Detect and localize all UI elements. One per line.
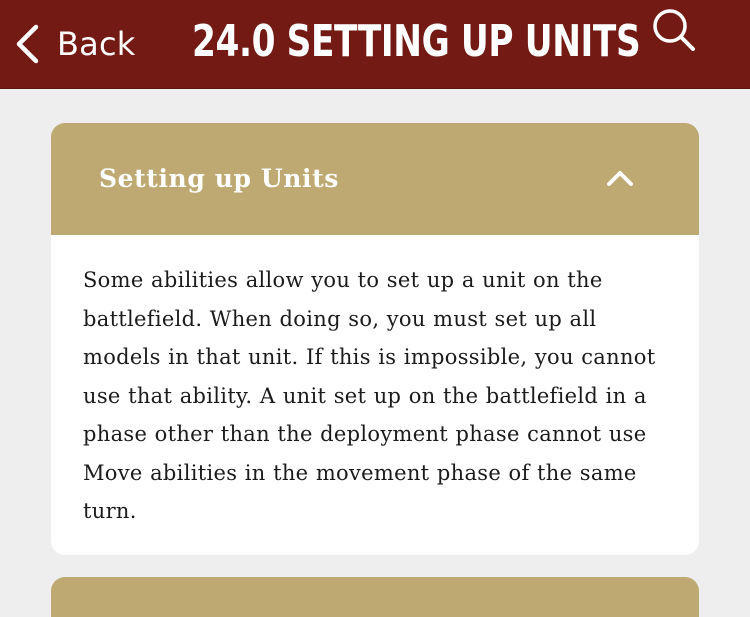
chevron-up-icon[interactable]	[606, 168, 634, 188]
chevron-left-icon	[16, 24, 39, 64]
next-section-header[interactable]	[51, 577, 699, 617]
search-icon	[653, 9, 695, 51]
page-title: 24.0 SETTING UP UNITS	[192, 16, 641, 67]
section-title: Setting up Units	[99, 164, 339, 193]
search-button[interactable]	[650, 6, 698, 54]
nav-bar: Back 24.0 SETTING UP UNITS	[0, 0, 750, 89]
section-header[interactable]: Setting up Units	[51, 123, 699, 235]
back-button[interactable]: Back	[14, 22, 136, 66]
section-card: Setting up Units Some abilities allow yo…	[51, 123, 699, 555]
section-body: Some abilities allow you to set up a uni…	[83, 268, 656, 523]
back-label: Back	[57, 25, 136, 63]
